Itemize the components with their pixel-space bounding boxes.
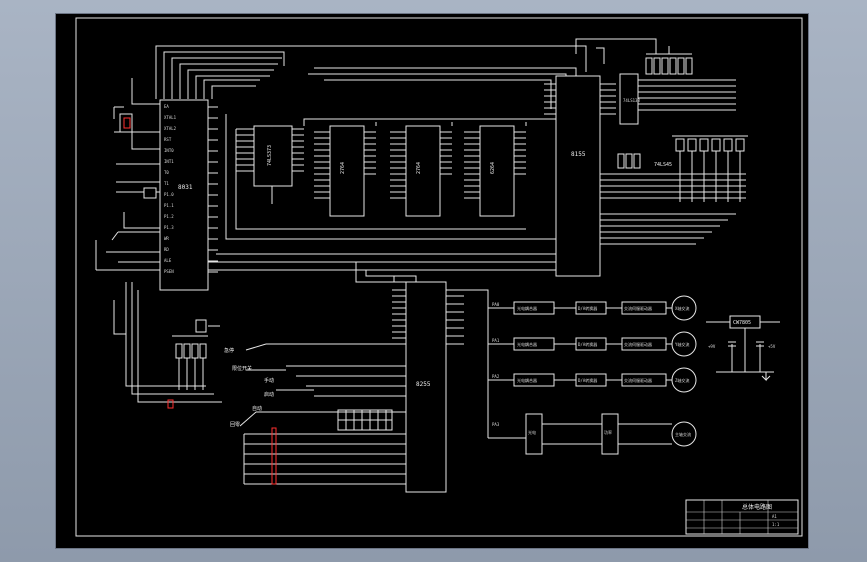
ram-chip-1: 2764: [390, 125, 452, 217]
cpu-pin-label: WR: [164, 236, 169, 241]
resistor-array-top: [645, 46, 693, 75]
optocoupler-label: 光电耦合器: [517, 341, 537, 347]
drive-channel: PA2 光电耦合器 D/A转换器 交流伺服驱动器 Z轴交流: [492, 367, 697, 393]
cpu-pin-label: RD: [164, 247, 169, 252]
servo-motor-label: Z轴交流: [675, 377, 689, 383]
servo-driver-label: 交流伺服驱动器: [624, 341, 652, 347]
channel-port-label: PA1: [492, 338, 500, 343]
power-out-label: +5V: [768, 344, 776, 349]
switch-network: [239, 343, 406, 485]
servo-motor-label: 主轴交流: [675, 431, 691, 437]
dac-label: 8255: [416, 381, 431, 388]
switch-label: 自动: [252, 405, 262, 412]
switch-labels: 急停限位开关手动自动回零 启动: [224, 347, 274, 428]
power-regulator: CW7805 +9V +5V: [706, 315, 780, 382]
channel-link: [618, 423, 672, 445]
eprom-chip: 2764: [314, 125, 376, 217]
ram1-label: 2764: [416, 162, 422, 174]
title-block-drawing-no: A1: [772, 514, 777, 519]
cpu-pin-label: T0: [164, 170, 169, 175]
cpu-pin-label: EA: [164, 104, 169, 109]
latch-chip: 74LS373: [236, 125, 304, 204]
optocoupler-label: 光电耦合器: [517, 305, 537, 311]
cpu-pin-label: INT1: [164, 159, 174, 164]
servo-motor-label: X轴交流: [675, 305, 689, 311]
cpu-pin-label: T1: [164, 181, 169, 186]
power-amp-label: 功率: [604, 429, 612, 435]
dac-box-label: D/A转换器: [578, 377, 597, 383]
regulator-label: CW7805: [733, 320, 751, 326]
ram-chip-2: 6264: [464, 125, 526, 217]
ram2-label: 6264: [490, 162, 496, 174]
ppi-label: 8155: [571, 151, 586, 158]
cpu-pin-label: INT0: [164, 148, 174, 153]
power-in-label: +9V: [708, 344, 716, 349]
display-driver-label: 74LS45: [654, 162, 672, 168]
servo-driver-label: 交流伺服驱动器: [624, 305, 652, 311]
drive-channel: PA0 光电耦合器 D/A转换器 交流伺服驱动器 X轴交流: [492, 295, 697, 321]
cpu-pin-label: P1.3: [164, 225, 174, 230]
drawing-sheet: 8031 EA XTAL1 XTAL2 RST INT0 INT1 T0 T1 P1.0 P1.1…: [56, 14, 808, 548]
dac-chip: 8255: [355, 262, 464, 493]
decoder-chip: 74LS138: [619, 73, 736, 125]
cpu-pin-label: P1.1: [164, 203, 174, 208]
switch-label: 手动: [264, 377, 274, 384]
cpu-pin-label: P1.2: [164, 214, 174, 219]
servo-motor-label: Y轴交流: [675, 341, 689, 347]
cpu-label: 8031: [178, 184, 193, 191]
title-block-scale: 1:1: [772, 522, 780, 527]
schematic-diagram: 8031 EA XTAL1 XTAL2 RST INT0 INT1 T0 T1 P1.0 P1.1…: [75, 17, 803, 537]
channel-link: [542, 423, 602, 445]
title-block-title: 总体电路图: [742, 503, 772, 511]
optocoupler-label: 光电耦合器: [517, 377, 537, 383]
decoder-label: 74LS138: [623, 98, 640, 103]
cpu-pin-label: XTAL1: [164, 115, 177, 120]
drive-channel-blocks: PA0光电耦合器 D/A转换器 交流伺服驱动器 X轴交流PA1光电耦合器 D/A转换器交…: [492, 295, 697, 455]
led-resistor-network: [113, 282, 222, 409]
drive-channel: PA1 光电耦合器 D/A转换器 交流伺服驱动器 Y轴交流: [492, 331, 697, 357]
switch-label: 启动: [264, 391, 274, 398]
cad-viewport: 8031 EA XTAL1 XTAL2 RST INT0 INT1 T0 T1 P1.0 P1.1…: [0, 0, 867, 562]
servo-driver-label: 交流伺服驱动器: [624, 377, 652, 383]
dac-box-label: D/A转换器: [578, 305, 597, 311]
switch-label: 回零: [230, 422, 240, 428]
channel-port-label: PA0: [492, 302, 500, 307]
switch-label: 急停: [224, 347, 234, 354]
latch-label: 74LS373: [267, 145, 273, 166]
title-block: 总体电路图 A1 1:1: [685, 499, 799, 535]
cpu-pin-label: XTAL2: [164, 126, 177, 131]
optocoupler-label: 光电: [528, 429, 536, 435]
eprom-label: 2764: [340, 162, 346, 174]
cpu-pin-label: PSEN: [164, 269, 174, 274]
drive-channel: PA3 光电 功率 主轴交流: [492, 413, 697, 455]
channel-port-label: PA3: [492, 422, 500, 427]
channel-port-label: PA2: [492, 374, 500, 379]
switch-label: 限位开关: [232, 365, 252, 372]
oscillator-circuit: [95, 78, 160, 271]
cpu-pin-label: P1.0: [164, 192, 174, 197]
cpu-pin-label: ALE: [164, 258, 172, 263]
cpu-pin-label: RST: [164, 137, 172, 142]
dac-box-label: D/A转换器: [578, 341, 597, 347]
